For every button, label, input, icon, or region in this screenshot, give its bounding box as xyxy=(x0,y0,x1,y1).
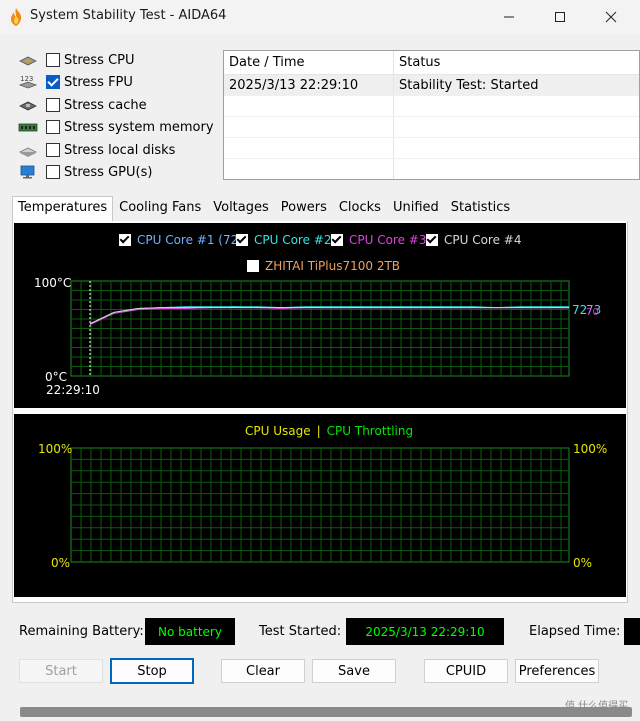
tab-clocks[interactable]: Clocks xyxy=(333,196,387,221)
start-button[interactable]: Start xyxy=(19,659,103,683)
current-value-label: 70 xyxy=(586,307,599,318)
table-row-empty xyxy=(224,96,639,117)
tab-powers[interactable]: Powers xyxy=(275,196,333,221)
minimize-button[interactable] xyxy=(486,0,532,34)
minimize-icon xyxy=(504,16,514,18)
column-header-date[interactable]: Date / Time xyxy=(224,51,394,74)
log-status-cell: Stability Test: Started xyxy=(399,78,539,93)
stress-fpu-checkbox[interactable] xyxy=(46,75,60,89)
horizontal-scrollbar[interactable] xyxy=(0,703,640,721)
battery-value: No battery xyxy=(145,618,235,645)
temperature-plot: 100°C 0°C 22:29:10 72 73 70 xyxy=(34,276,601,397)
gpu-icon xyxy=(20,165,35,179)
close-button[interactable] xyxy=(588,0,634,34)
stress-memory-row[interactable]: Stress system memory xyxy=(18,117,214,137)
stress-fpu-label: Stress FPU xyxy=(64,74,133,90)
table-row-empty xyxy=(224,117,639,138)
tab-voltages[interactable]: Voltages xyxy=(207,196,275,221)
stress-cpu-label: Stress CPU xyxy=(64,52,135,68)
watermark-text: 值 什么值得买 xyxy=(565,701,629,712)
stress-cache-row[interactable]: Stress cache xyxy=(18,95,147,115)
table-row-empty xyxy=(224,159,639,179)
table-row-empty xyxy=(224,138,639,159)
cpu-usage-chart: CPU Usage | CPU Throttling 100% 0% 100% … xyxy=(14,414,626,597)
fpu-icon: 123 xyxy=(18,75,38,89)
close-icon xyxy=(605,11,617,23)
disk-icon xyxy=(19,147,37,157)
scrollbar-thumb[interactable] xyxy=(20,707,632,717)
right-axis-top-label: 100% xyxy=(573,442,607,456)
battery-label: Remaining Battery: xyxy=(19,624,144,639)
table-row[interactable]: 2025/3/13 22:29:10 Stability Test: Start… xyxy=(224,75,639,96)
left-axis-bottom-label: 0% xyxy=(51,556,70,570)
left-axis-top-label: 100% xyxy=(38,442,72,456)
usage-plot: 100% 0% 100% 0% xyxy=(38,442,607,570)
tab-cooling-fans[interactable]: Cooling Fans xyxy=(113,196,207,221)
right-axis-bottom-label: 0% xyxy=(573,556,592,570)
memory-icon xyxy=(18,123,38,132)
preferences-button[interactable]: Preferences xyxy=(515,659,599,683)
stress-cpu-checkbox[interactable] xyxy=(46,53,60,67)
stop-button[interactable]: Stop xyxy=(110,658,194,684)
y-axis-top-label: 100°C xyxy=(34,276,71,290)
log-table[interactable]: Date / Time Status 2025/3/13 22:29:10 St… xyxy=(223,50,640,180)
clear-button[interactable]: Clear xyxy=(221,659,305,683)
stress-cache-checkbox[interactable] xyxy=(46,98,60,112)
stress-memory-label: Stress system memory xyxy=(64,119,214,135)
elapsed-time-value xyxy=(624,618,640,645)
tab-bar: Temperatures Cooling Fans Voltages Power… xyxy=(12,196,516,221)
tab-statistics[interactable]: Statistics xyxy=(445,196,516,221)
window-title: System Stability Test - AIDA64 xyxy=(30,8,227,23)
log-date-cell: 2025/3/13 22:29:10 xyxy=(224,75,394,95)
test-started-value: 2025/3/13 22:29:10 xyxy=(346,618,504,645)
stress-cache-label: Stress cache xyxy=(64,97,147,113)
stress-memory-checkbox[interactable] xyxy=(46,120,60,134)
y-axis-bottom-label: 0°C xyxy=(45,370,67,384)
log-header: Date / Time Status xyxy=(224,51,639,75)
maximize-icon xyxy=(555,12,565,22)
current-value-label: 72 xyxy=(572,303,587,317)
column-header-status[interactable]: Status xyxy=(394,51,639,74)
stress-cpu-row[interactable]: Stress CPU xyxy=(18,50,135,70)
stress-disks-checkbox[interactable] xyxy=(46,143,60,157)
stress-disks-row[interactable]: Stress local disks xyxy=(18,140,175,160)
save-button[interactable]: Save xyxy=(312,659,396,683)
series-line-3 xyxy=(89,307,569,326)
cpu-icon xyxy=(19,56,37,66)
svg-text:123: 123 xyxy=(20,75,33,83)
stress-fpu-row[interactable]: 123 Stress FPU xyxy=(18,72,133,92)
stress-gpu-label: Stress GPU(s) xyxy=(64,164,153,180)
title-bar: System Stability Test - AIDA64 xyxy=(0,0,640,34)
series-line-4 xyxy=(89,307,569,325)
maximize-button[interactable] xyxy=(537,0,583,34)
test-started-label: Test Started: xyxy=(259,624,342,639)
stress-disks-label: Stress local disks xyxy=(64,142,176,158)
x-axis-start-label: 22:29:10 xyxy=(46,383,100,397)
tab-temperatures[interactable]: Temperatures xyxy=(12,196,114,221)
cpuid-button[interactable]: CPUID xyxy=(424,659,508,683)
stress-gpu-row[interactable]: Stress GPU(s) xyxy=(18,162,152,182)
stress-gpu-checkbox[interactable] xyxy=(46,165,60,179)
cache-icon xyxy=(19,101,37,111)
aida64-flame-icon xyxy=(11,8,22,26)
tab-unified[interactable]: Unified xyxy=(387,196,445,221)
elapsed-time-label: Elapsed Time: xyxy=(529,624,621,639)
temperature-chart: CPU Core #1 (72) CPU Core #2 CPU Core #3… xyxy=(14,223,626,408)
